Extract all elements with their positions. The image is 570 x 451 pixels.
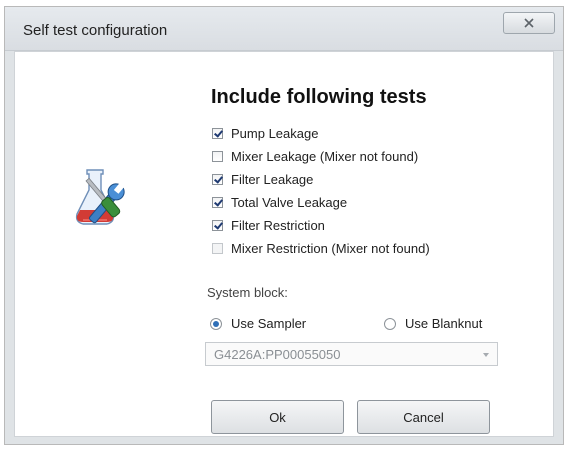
test-label: Mixer Leakage (Mixer not found) xyxy=(231,148,419,164)
sampler-dropdown[interactable]: G4226A:PP00055050 xyxy=(205,342,498,366)
checkbox-mixer-restriction xyxy=(212,242,223,254)
test-label: Filter Leakage xyxy=(231,171,314,187)
checkbox-mixer-leakage[interactable] xyxy=(212,150,223,162)
cancel-button[interactable]: Cancel xyxy=(357,400,490,434)
flask-wrench-icon xyxy=(75,169,125,225)
system-block-label: System block: xyxy=(207,285,288,300)
ok-button[interactable]: Ok xyxy=(211,400,344,434)
close-icon xyxy=(524,18,534,28)
title-bar: Self test configuration xyxy=(5,7,563,51)
radio-label: Use Sampler xyxy=(231,316,307,331)
test-label: Mixer Restriction (Mixer not found) xyxy=(231,240,430,256)
radio-use-sampler[interactable] xyxy=(210,317,222,330)
checkbox-total-valve-leakage[interactable] xyxy=(212,196,223,208)
test-mixer-restriction: Mixer Restriction (Mixer not found) xyxy=(212,239,430,257)
test-label: Pump Leakage xyxy=(231,125,319,141)
checkbox-filter-restriction[interactable] xyxy=(212,219,223,231)
radio-label: Use Blanknut xyxy=(405,316,483,331)
dialog-window: Self test configuration Include followin… xyxy=(4,6,564,445)
option-use-sampler[interactable]: Use Sampler xyxy=(210,316,306,331)
test-label: Total Valve Leakage xyxy=(231,194,348,210)
chevron-down-icon xyxy=(483,353,489,357)
test-mixer-leakage[interactable]: Mixer Leakage (Mixer not found) xyxy=(212,147,418,165)
dropdown-value: G4226A:PP00055050 xyxy=(214,346,341,362)
option-use-blanknut[interactable]: Use Blanknut xyxy=(384,316,482,331)
test-filter-restriction[interactable]: Filter Restriction xyxy=(212,216,325,234)
window-title: Self test configuration xyxy=(23,22,168,39)
radio-use-blanknut[interactable] xyxy=(384,317,396,330)
tests-heading: Include following tests xyxy=(211,86,427,108)
close-button[interactable] xyxy=(503,12,555,34)
checkbox-filter-leakage[interactable] xyxy=(212,173,223,185)
test-total-valve-leakage[interactable]: Total Valve Leakage xyxy=(212,193,347,211)
test-pump-leakage[interactable]: Pump Leakage xyxy=(212,124,318,142)
checkbox-pump-leakage[interactable] xyxy=(212,127,223,139)
test-filter-leakage[interactable]: Filter Leakage xyxy=(212,170,313,188)
dialog-content: Include following tests Pump Leakage Mix… xyxy=(14,51,554,437)
test-label: Filter Restriction xyxy=(231,217,325,233)
